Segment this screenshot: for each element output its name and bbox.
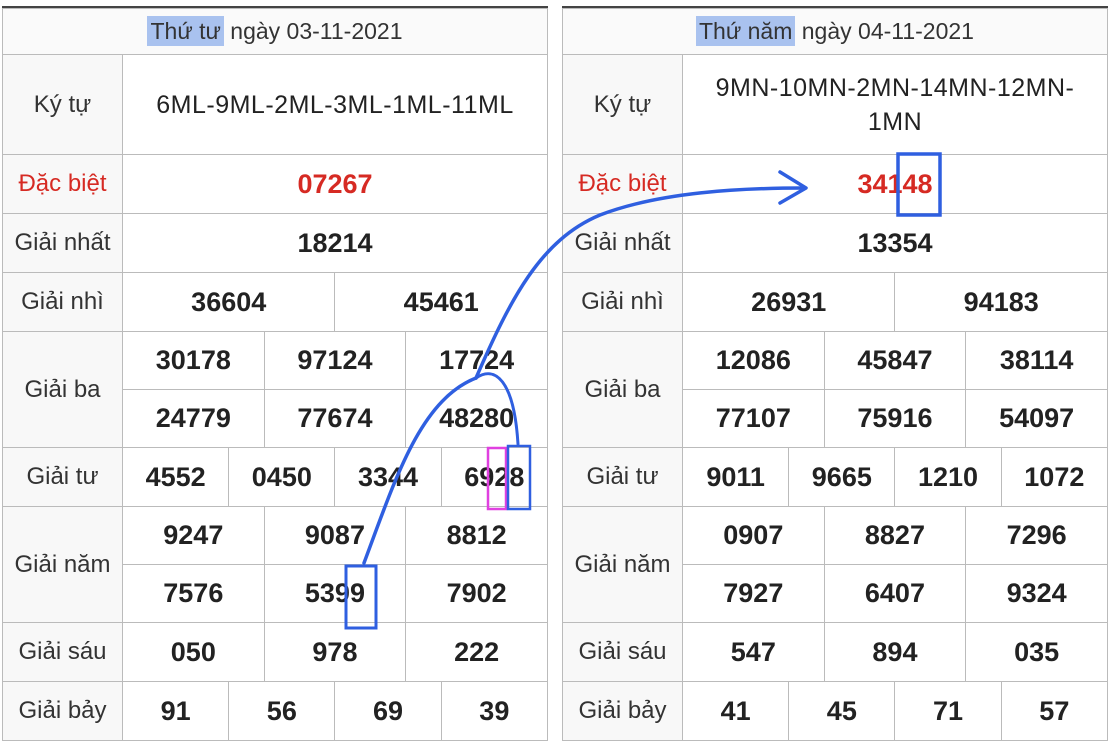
giai-ba-value: 48280: [405, 389, 548, 448]
giai-sau-value: 547: [682, 622, 825, 682]
giai-tu-value: 9011: [681, 447, 790, 507]
label-ky-tu: Ký tự: [2, 54, 123, 155]
giai-bay-value: 57: [1000, 681, 1109, 741]
label-dac-biet: Đặc biệt: [562, 154, 683, 214]
giai-nhat-value: 18214: [122, 213, 548, 273]
giai-ba-value: 17724: [405, 331, 548, 390]
label-giai-tu: Giải tư: [562, 447, 683, 507]
giai-tu-value: 1072: [1000, 447, 1109, 507]
giai-ba-value: 45847: [823, 331, 967, 390]
results-table-right: Thứ năm ngày 04-11-2021 Ký tự 9MN-10MN-2…: [562, 8, 1109, 741]
day-of-week-highlight: Thứ năm: [696, 16, 796, 46]
giai-tu-value: 4552: [121, 447, 230, 507]
label-giai-nhat: Giải nhất: [2, 213, 123, 273]
label-giai-nam: Giải năm: [2, 506, 123, 623]
table-header-date: Thứ năm ngày 04-11-2021: [562, 8, 1108, 55]
giai-ba-value: 97124: [263, 331, 407, 390]
giai-sau-value: 978: [263, 622, 407, 682]
giai-nam-value: 6407: [823, 564, 967, 623]
dac-biet-value: 34148: [682, 154, 1108, 214]
giai-tu-value: 3344: [334, 447, 442, 507]
giai-tu-value: 0450: [228, 447, 336, 507]
giai-tu-value: 9665: [788, 447, 896, 507]
giai-bay-value: 71: [894, 681, 1002, 741]
label-giai-ba: Giải ba: [562, 331, 683, 448]
label-giai-sau: Giải sáu: [562, 622, 683, 682]
giai-bay-value: 45: [788, 681, 896, 741]
results-panel-right: Thứ năm ngày 04-11-2021 Ký tự 9MN-10MN-2…: [562, 6, 1109, 741]
giai-ba-value: 24779: [122, 389, 265, 448]
giai-bay-value: 41: [681, 681, 790, 741]
giai-nhi-value: 26931: [681, 272, 896, 332]
label-giai-nam: Giải năm: [562, 506, 683, 623]
giai-nam-value: 9087: [263, 506, 407, 565]
table-header-date: Thứ tư ngày 03-11-2021: [2, 8, 548, 55]
giai-nam-value: 9324: [965, 564, 1108, 623]
giai-nam-value: 5399: [263, 564, 407, 623]
label-giai-bay: Giải bảy: [2, 681, 123, 741]
giai-ba-value: 77674: [263, 389, 407, 448]
ky-tu-value: 9MN-10MN-2MN-14MN-12MN-1MN: [682, 54, 1108, 155]
giai-sau-value: 035: [965, 622, 1108, 682]
giai-bay-value: 39: [440, 681, 549, 741]
label-giai-nhat: Giải nhất: [562, 213, 683, 273]
giai-bay-value: 91: [121, 681, 230, 741]
giai-nhat-value: 13354: [682, 213, 1108, 273]
label-ky-tu: Ký tự: [562, 54, 683, 155]
draw-date: ngày 03-11-2021: [223, 18, 403, 44]
giai-sau-value: 222: [405, 622, 548, 682]
giai-bay-value: 69: [334, 681, 442, 741]
dac-biet-value: 07267: [122, 154, 548, 214]
label-giai-ba: Giải ba: [2, 331, 123, 448]
results-panel-left: Thứ tư ngày 03-11-2021 Ký tự 6ML-9ML-2ML…: [2, 6, 549, 741]
giai-nam-value: 7927: [682, 564, 825, 623]
giai-nam-value: 9247: [122, 506, 265, 565]
giai-nhi-value: 36604: [121, 272, 336, 332]
giai-ba-value: 54097: [965, 389, 1108, 448]
giai-ba-value: 12086: [682, 331, 825, 390]
giai-sau-value: 050: [122, 622, 265, 682]
label-giai-tu: Giải tư: [2, 447, 123, 507]
giai-nam-value: 8827: [823, 506, 967, 565]
giai-ba-value: 38114: [965, 331, 1108, 390]
giai-nam-value: 7296: [965, 506, 1108, 565]
label-giai-bay: Giải bảy: [562, 681, 683, 741]
day-of-week-highlight: Thứ tư: [147, 16, 224, 46]
giai-nam-value: 0907: [682, 506, 825, 565]
giai-nam-value: 7902: [405, 564, 548, 623]
draw-date: ngày 04-11-2021: [795, 18, 974, 44]
giai-ba-value: 75916: [823, 389, 967, 448]
giai-nam-value: 7576: [122, 564, 265, 623]
giai-nhi-value: 94183: [894, 272, 1108, 332]
giai-tu-value: 6928: [440, 447, 549, 507]
label-giai-nhi: Giải nhì: [2, 272, 123, 332]
giai-nam-value: 8812: [405, 506, 548, 565]
giai-ba-value: 30178: [122, 331, 265, 390]
giai-ba-value: 77107: [682, 389, 825, 448]
results-table-left: Thứ tư ngày 03-11-2021 Ký tự 6ML-9ML-2ML…: [2, 8, 549, 741]
label-giai-nhi: Giải nhì: [562, 272, 683, 332]
label-giai-sau: Giải sáu: [2, 622, 123, 682]
giai-sau-value: 894: [823, 622, 967, 682]
giai-nhi-value: 45461: [334, 272, 548, 332]
ky-tu-value: 6ML-9ML-2ML-3ML-1ML-11ML: [122, 54, 548, 155]
giai-bay-value: 56: [228, 681, 336, 741]
giai-tu-value: 1210: [894, 447, 1002, 507]
label-dac-biet: Đặc biệt: [2, 154, 123, 214]
